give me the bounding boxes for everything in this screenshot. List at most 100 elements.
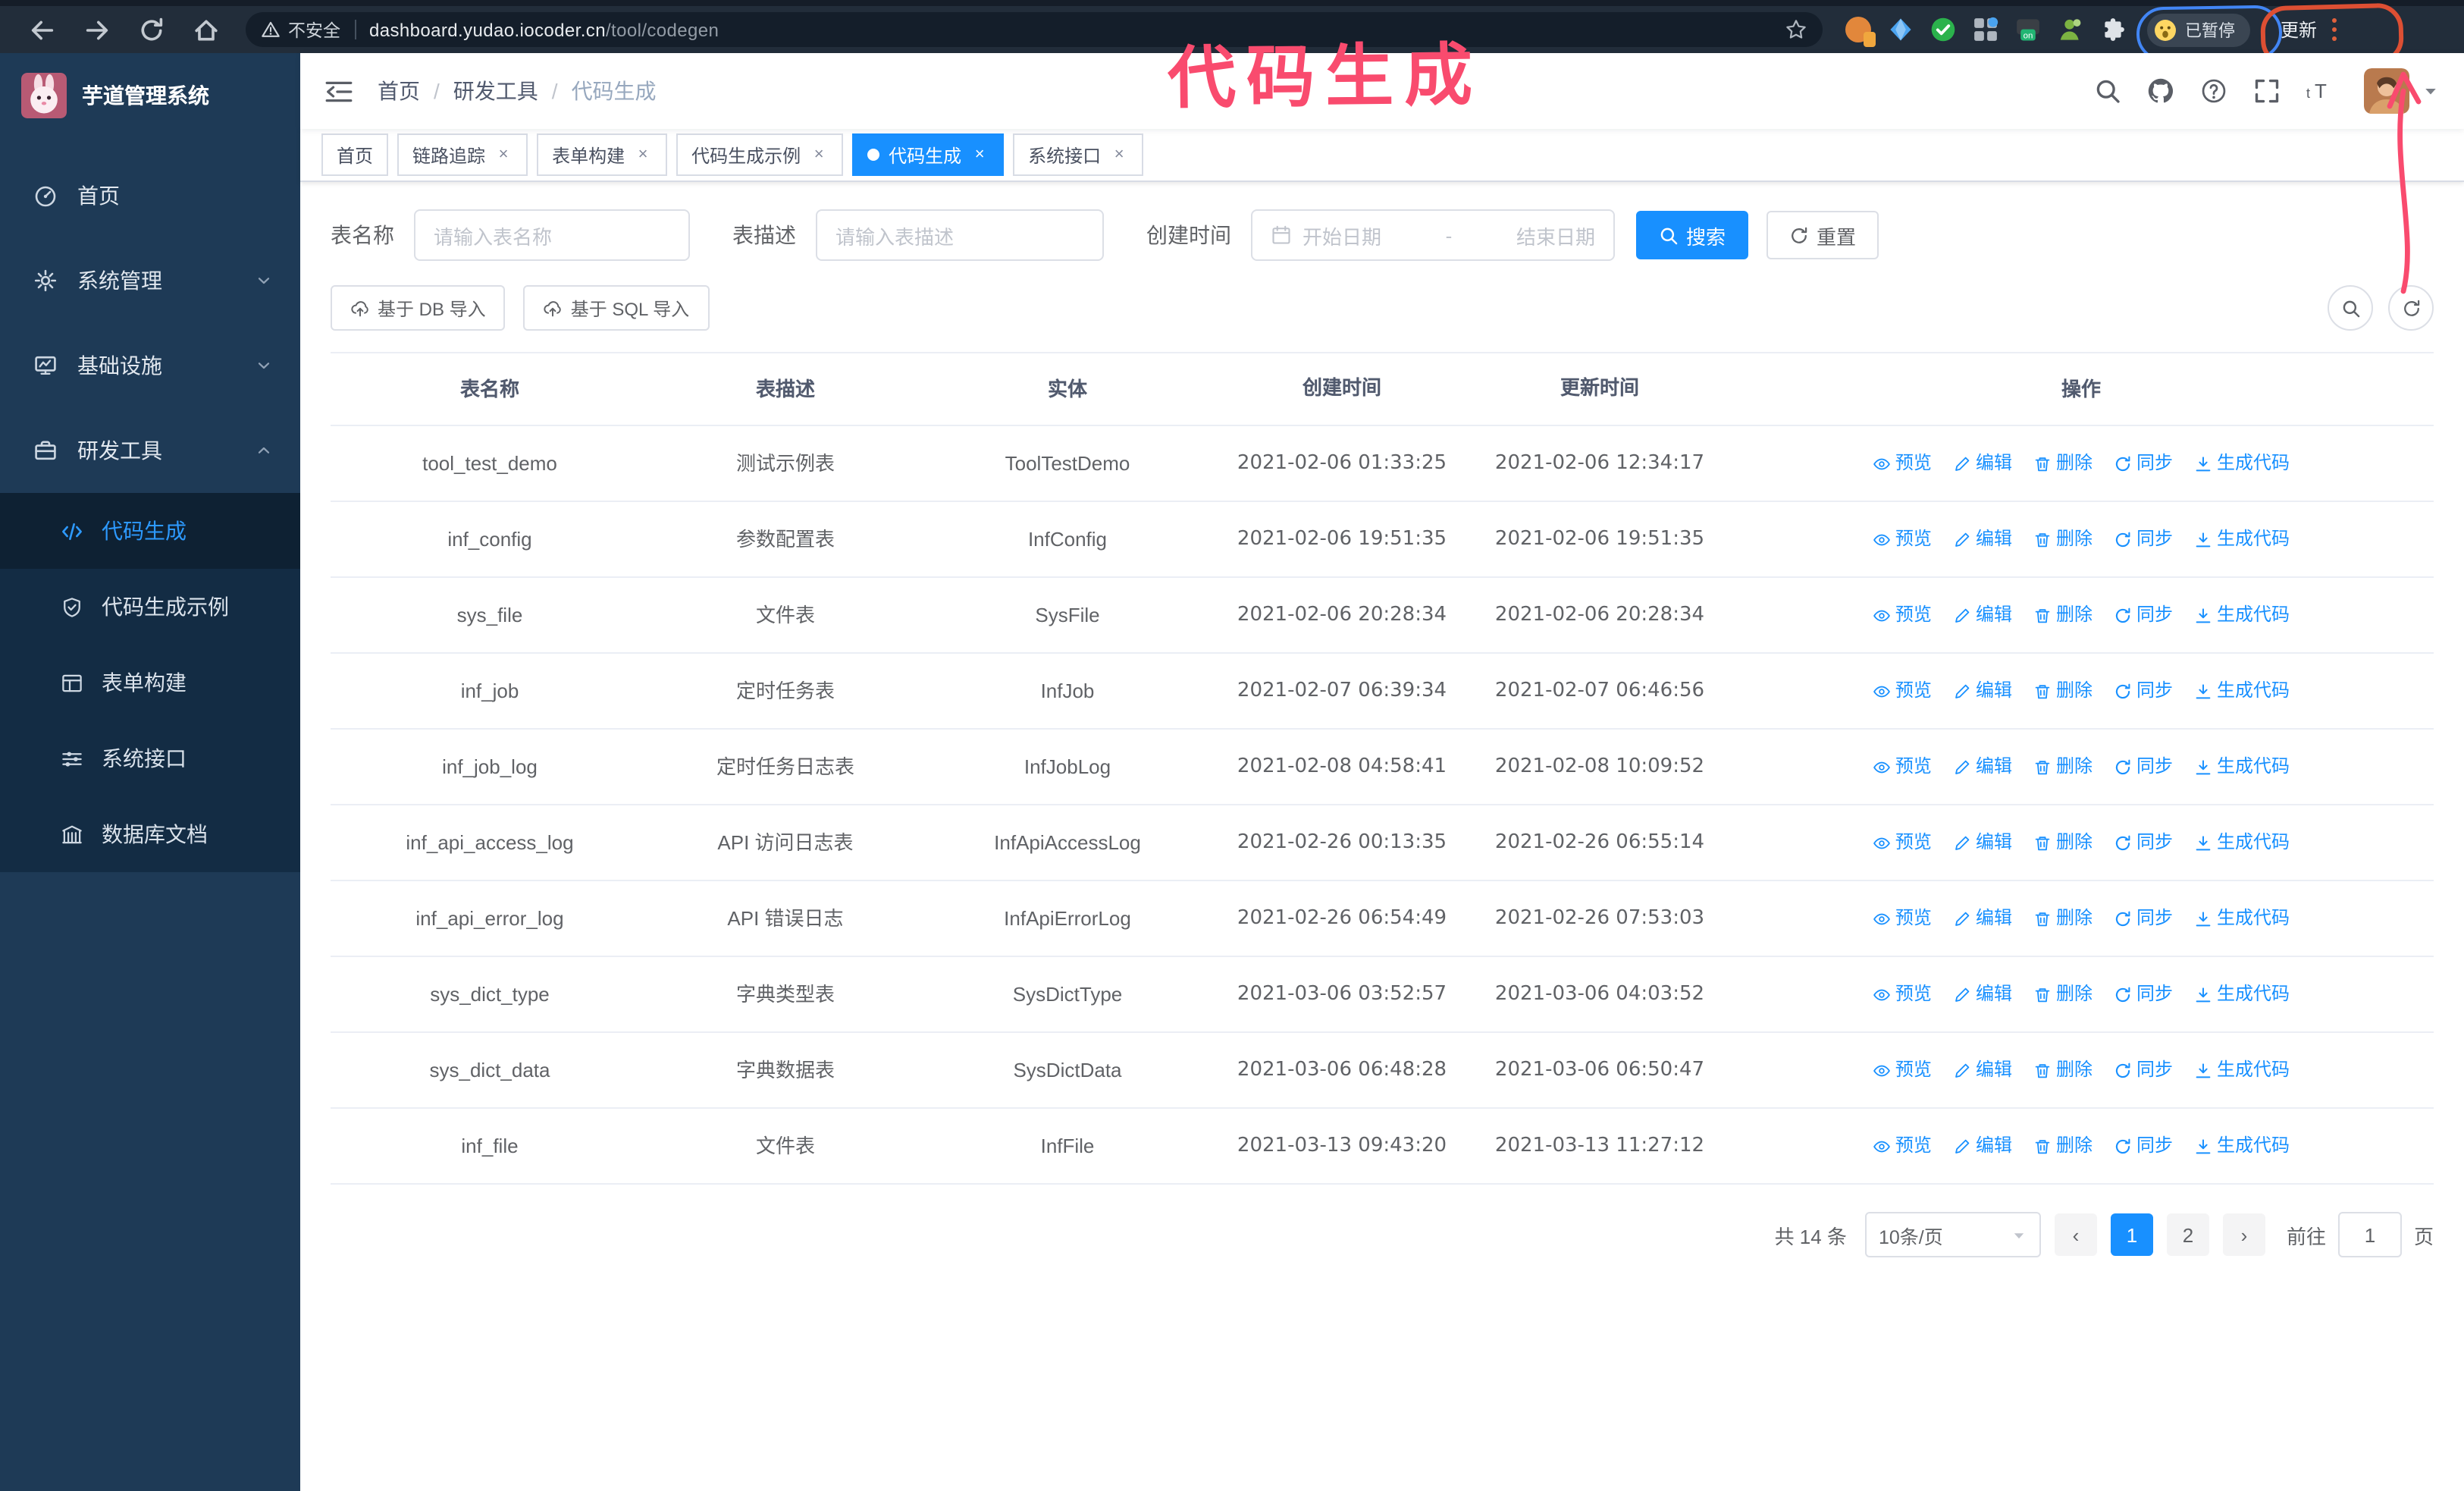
bookmark-star-icon[interactable] (1785, 18, 1807, 41)
security-warning-icon[interactable] (261, 20, 281, 39)
action-refresh-link[interactable]: 同步 (2114, 977, 2173, 1012)
action-download-link[interactable]: 生成代码 (2194, 1053, 2290, 1088)
next-page-button[interactable]: › (2222, 1213, 2265, 1256)
search-icon[interactable] (2094, 77, 2121, 105)
action-eye-link[interactable]: 预览 (1873, 901, 1932, 936)
action-download-link[interactable]: 生成代码 (2194, 749, 2290, 784)
refresh-table-button[interactable] (2388, 285, 2434, 331)
browser-profile-chip[interactable]: 已暂停 (2136, 4, 2283, 61)
action-eye-link[interactable]: 预览 (1873, 1128, 1932, 1163)
tab-2[interactable]: 表单构建 × (537, 133, 668, 176)
action-eye-link[interactable]: 预览 (1873, 673, 1932, 708)
app-logo-row[interactable]: 芋道管理系统 (0, 53, 300, 138)
action-edit-link[interactable]: 编辑 (1953, 673, 2012, 708)
tab-5[interactable]: 系统接口 × (1013, 133, 1144, 176)
tab-close-icon[interactable]: × (1110, 146, 1128, 164)
action-refresh-link[interactable]: 同步 (2114, 673, 2173, 708)
tab-1[interactable]: 链路追踪 × (397, 133, 528, 176)
ext-gem[interactable] (1888, 17, 1914, 42)
action-refresh-link[interactable]: 同步 (2114, 901, 2173, 936)
action-download-link[interactable]: 生成代码 (2194, 598, 2290, 632)
browser-back-icon[interactable] (29, 16, 56, 43)
sidebar-item-toolbox[interactable]: 研发工具 (0, 408, 300, 493)
sidebar-subitem-shield[interactable]: 代码生成示例 (0, 569, 300, 645)
action-del-link[interactable]: 删除 (2033, 977, 2093, 1012)
date-range-input[interactable]: 开始日期 - 结束日期 (1251, 209, 1615, 261)
tab-close-icon[interactable]: × (810, 146, 828, 164)
address-bar[interactable]: 不安全 dashboard.yudao.iocoder.cn/tool/code… (246, 12, 1823, 47)
breadcrumb-home[interactable]: 首页 (378, 76, 420, 106)
action-del-link[interactable]: 删除 (2033, 749, 2093, 784)
action-download-link[interactable]: 生成代码 (2194, 901, 2290, 936)
textsize-icon[interactable]: tT (2306, 77, 2334, 105)
action-del-link[interactable]: 删除 (2033, 522, 2093, 557)
breadcrumb-dev-tools[interactable]: 研发工具 (453, 76, 538, 106)
tab-4[interactable]: 代码生成 × (852, 133, 1005, 176)
browser-menu-kebab-icon[interactable] (2332, 17, 2338, 42)
github-icon[interactable] (2147, 77, 2174, 105)
action-download-link[interactable]: 生成代码 (2194, 1128, 2290, 1163)
ext-person[interactable] (2058, 17, 2083, 42)
action-del-link[interactable]: 删除 (2033, 598, 2093, 632)
sidebar-item-monitor[interactable]: 基础设施 (0, 323, 300, 408)
prev-page-button[interactable]: ‹ (2054, 1213, 2097, 1256)
action-del-link[interactable]: 删除 (2033, 901, 2093, 936)
action-edit-link[interactable]: 编辑 (1953, 749, 2012, 784)
browser-forward-icon[interactable] (83, 16, 111, 43)
action-edit-link[interactable]: 编辑 (1953, 598, 2012, 632)
action-refresh-link[interactable]: 同步 (2114, 825, 2173, 860)
avatar-caret-down-icon[interactable] (2422, 82, 2440, 100)
ext-switch[interactable]: on (2015, 17, 2041, 42)
action-download-link[interactable]: 生成代码 (2194, 825, 2290, 860)
tab-close-icon[interactable]: × (494, 146, 513, 164)
import-db-button[interactable]: 基于 DB 导入 (331, 285, 506, 331)
action-edit-link[interactable]: 编辑 (1953, 977, 2012, 1012)
browser-update-button[interactable]: 更新 (2259, 2, 2405, 67)
action-eye-link[interactable]: 预览 (1873, 598, 1932, 632)
action-refresh-link[interactable]: 同步 (2114, 598, 2173, 632)
goto-page-input[interactable]: 1 (2337, 1212, 2402, 1257)
ext-check[interactable] (1930, 17, 1956, 42)
action-edit-link[interactable]: 编辑 (1953, 1053, 2012, 1088)
tab-close-icon[interactable]: × (970, 146, 989, 164)
toggle-search-button[interactable] (2328, 285, 2373, 331)
fullscreen-icon[interactable] (2253, 77, 2281, 105)
action-edit-link[interactable]: 编辑 (1953, 1128, 2012, 1163)
sidebar-item-dashboard[interactable]: 首页 (0, 153, 300, 238)
action-eye-link[interactable]: 预览 (1873, 977, 1932, 1012)
page-url[interactable]: dashboard.yudao.iocoder.cn/tool/codegen (369, 19, 719, 40)
action-del-link[interactable]: 删除 (2033, 446, 2093, 481)
help-icon[interactable] (2200, 77, 2227, 105)
table-desc-input[interactable]: 请输入表描述 (816, 209, 1104, 261)
action-download-link[interactable]: 生成代码 (2194, 446, 2290, 481)
tab-3[interactable]: 代码生成示例 × (676, 133, 844, 176)
table-name-input[interactable]: 请输入表名称 (414, 209, 690, 261)
browser-home-icon[interactable] (193, 16, 220, 43)
sidebar-subitem-code[interactable]: 代码生成 (0, 493, 300, 569)
ext-grid[interactable] (1973, 17, 1998, 42)
action-del-link[interactable]: 删除 (2033, 1053, 2093, 1088)
reset-button[interactable]: 重置 (1766, 211, 1879, 259)
sidebar-item-gear[interactable]: 系统管理 (0, 238, 300, 323)
page-button-2[interactable]: 2 (2166, 1213, 2209, 1256)
tab-close-icon[interactable]: × (634, 146, 652, 164)
action-eye-link[interactable]: 预览 (1873, 1053, 1932, 1088)
action-eye-link[interactable]: 预览 (1873, 446, 1932, 481)
action-edit-link[interactable]: 编辑 (1953, 901, 2012, 936)
sidebar-toggle-icon[interactable] (324, 78, 353, 104)
action-del-link[interactable]: 删除 (2033, 1128, 2093, 1163)
action-eye-link[interactable]: 预览 (1873, 749, 1932, 784)
action-download-link[interactable]: 生成代码 (2194, 522, 2290, 557)
security-label[interactable]: 不安全 (288, 17, 340, 42)
action-refresh-link[interactable]: 同步 (2114, 446, 2173, 481)
sidebar-subitem-form[interactable]: 表单构建 (0, 645, 300, 720)
action-eye-link[interactable]: 预览 (1873, 825, 1932, 860)
action-download-link[interactable]: 生成代码 (2194, 673, 2290, 708)
action-refresh-link[interactable]: 同步 (2114, 749, 2173, 784)
action-del-link[interactable]: 删除 (2033, 673, 2093, 708)
user-avatar[interactable] (2364, 68, 2409, 114)
page-size-select[interactable]: 10条/页 (1864, 1212, 2041, 1257)
action-refresh-link[interactable]: 同步 (2114, 522, 2173, 557)
search-button[interactable]: 搜索 (1636, 211, 1749, 259)
action-download-link[interactable]: 生成代码 (2194, 977, 2290, 1012)
